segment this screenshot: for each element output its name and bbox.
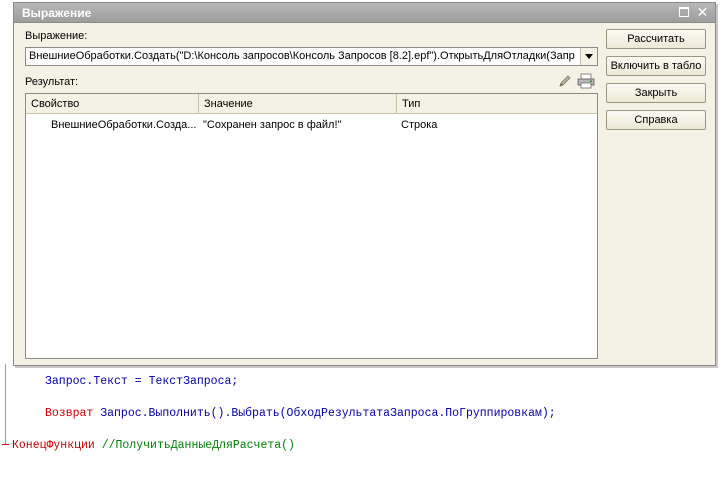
column-header-property[interactable]: Свойство [26, 94, 199, 114]
code-property: Текст [93, 375, 128, 388]
code-line-1[interactable]: Запрос.Текст = ТекстЗапроса; [45, 375, 238, 388]
print-icon[interactable] [577, 73, 595, 89]
code-line-2[interactable]: Возврат Запрос.Выполнить().Выбрать(Обход… [45, 407, 556, 420]
cell-value: "Сохранен запрос в файл!" [203, 119, 342, 131]
calculate-button[interactable]: Рассчитать [606, 29, 706, 49]
code-operator: = [127, 375, 149, 388]
dialog-titlebar[interactable]: Выражение ✕ [14, 3, 715, 23]
code-value: ТекстЗапроса [148, 375, 232, 388]
result-table[interactable]: Свойство Значение Тип ВнешниеОбработки.С… [25, 93, 598, 359]
close-button[interactable]: Закрыть [606, 83, 706, 103]
help-button[interactable]: Справка [606, 110, 706, 130]
code-object: Запрос [45, 375, 87, 388]
expression-label: Выражение: [25, 30, 88, 42]
chevron-down-icon[interactable] [580, 48, 597, 65]
gutter-fold-line [5, 364, 6, 444]
gutter-fold-end [2, 444, 9, 445]
code-line-3[interactable]: КонецФункции //ПолучитьДанныеДляРасчета(… [12, 439, 295, 452]
code-keyword-endfunction: КонецФункции [12, 439, 95, 452]
code-call: Запрос.Выполнить().Выбрать(ОбходРезульта… [100, 407, 556, 420]
result-label: Результат: [25, 76, 79, 88]
cell-type: Строка [401, 119, 438, 131]
code-keyword-return: Возврат [45, 407, 94, 420]
maximize-icon[interactable] [678, 6, 691, 19]
expression-combobox[interactable]: ВнешниеОбработки.Создать("D:\Консоль зап… [25, 47, 598, 66]
column-header-type[interactable]: Тип [397, 94, 597, 114]
expression-input[interactable]: ВнешниеОбработки.Создать("D:\Консоль зап… [29, 50, 577, 62]
dialog-title: Выражение [22, 6, 92, 20]
column-header-value[interactable]: Значение [199, 94, 397, 114]
pencil-icon[interactable] [556, 73, 574, 89]
code-semicolon: ; [231, 375, 239, 388]
include-in-table-button[interactable]: Включить в табло [606, 56, 706, 76]
close-icon[interactable]: ✕ [696, 5, 709, 19]
cell-property: ВнешниеОбработки.Созда... [51, 119, 196, 131]
expression-dialog: Выражение ✕ Выражение: ВнешниеОбработки.… [13, 2, 716, 366]
table-header: Свойство Значение Тип [26, 94, 597, 114]
code-comment: //ПолучитьДанныеДляРасчета() [94, 439, 295, 452]
